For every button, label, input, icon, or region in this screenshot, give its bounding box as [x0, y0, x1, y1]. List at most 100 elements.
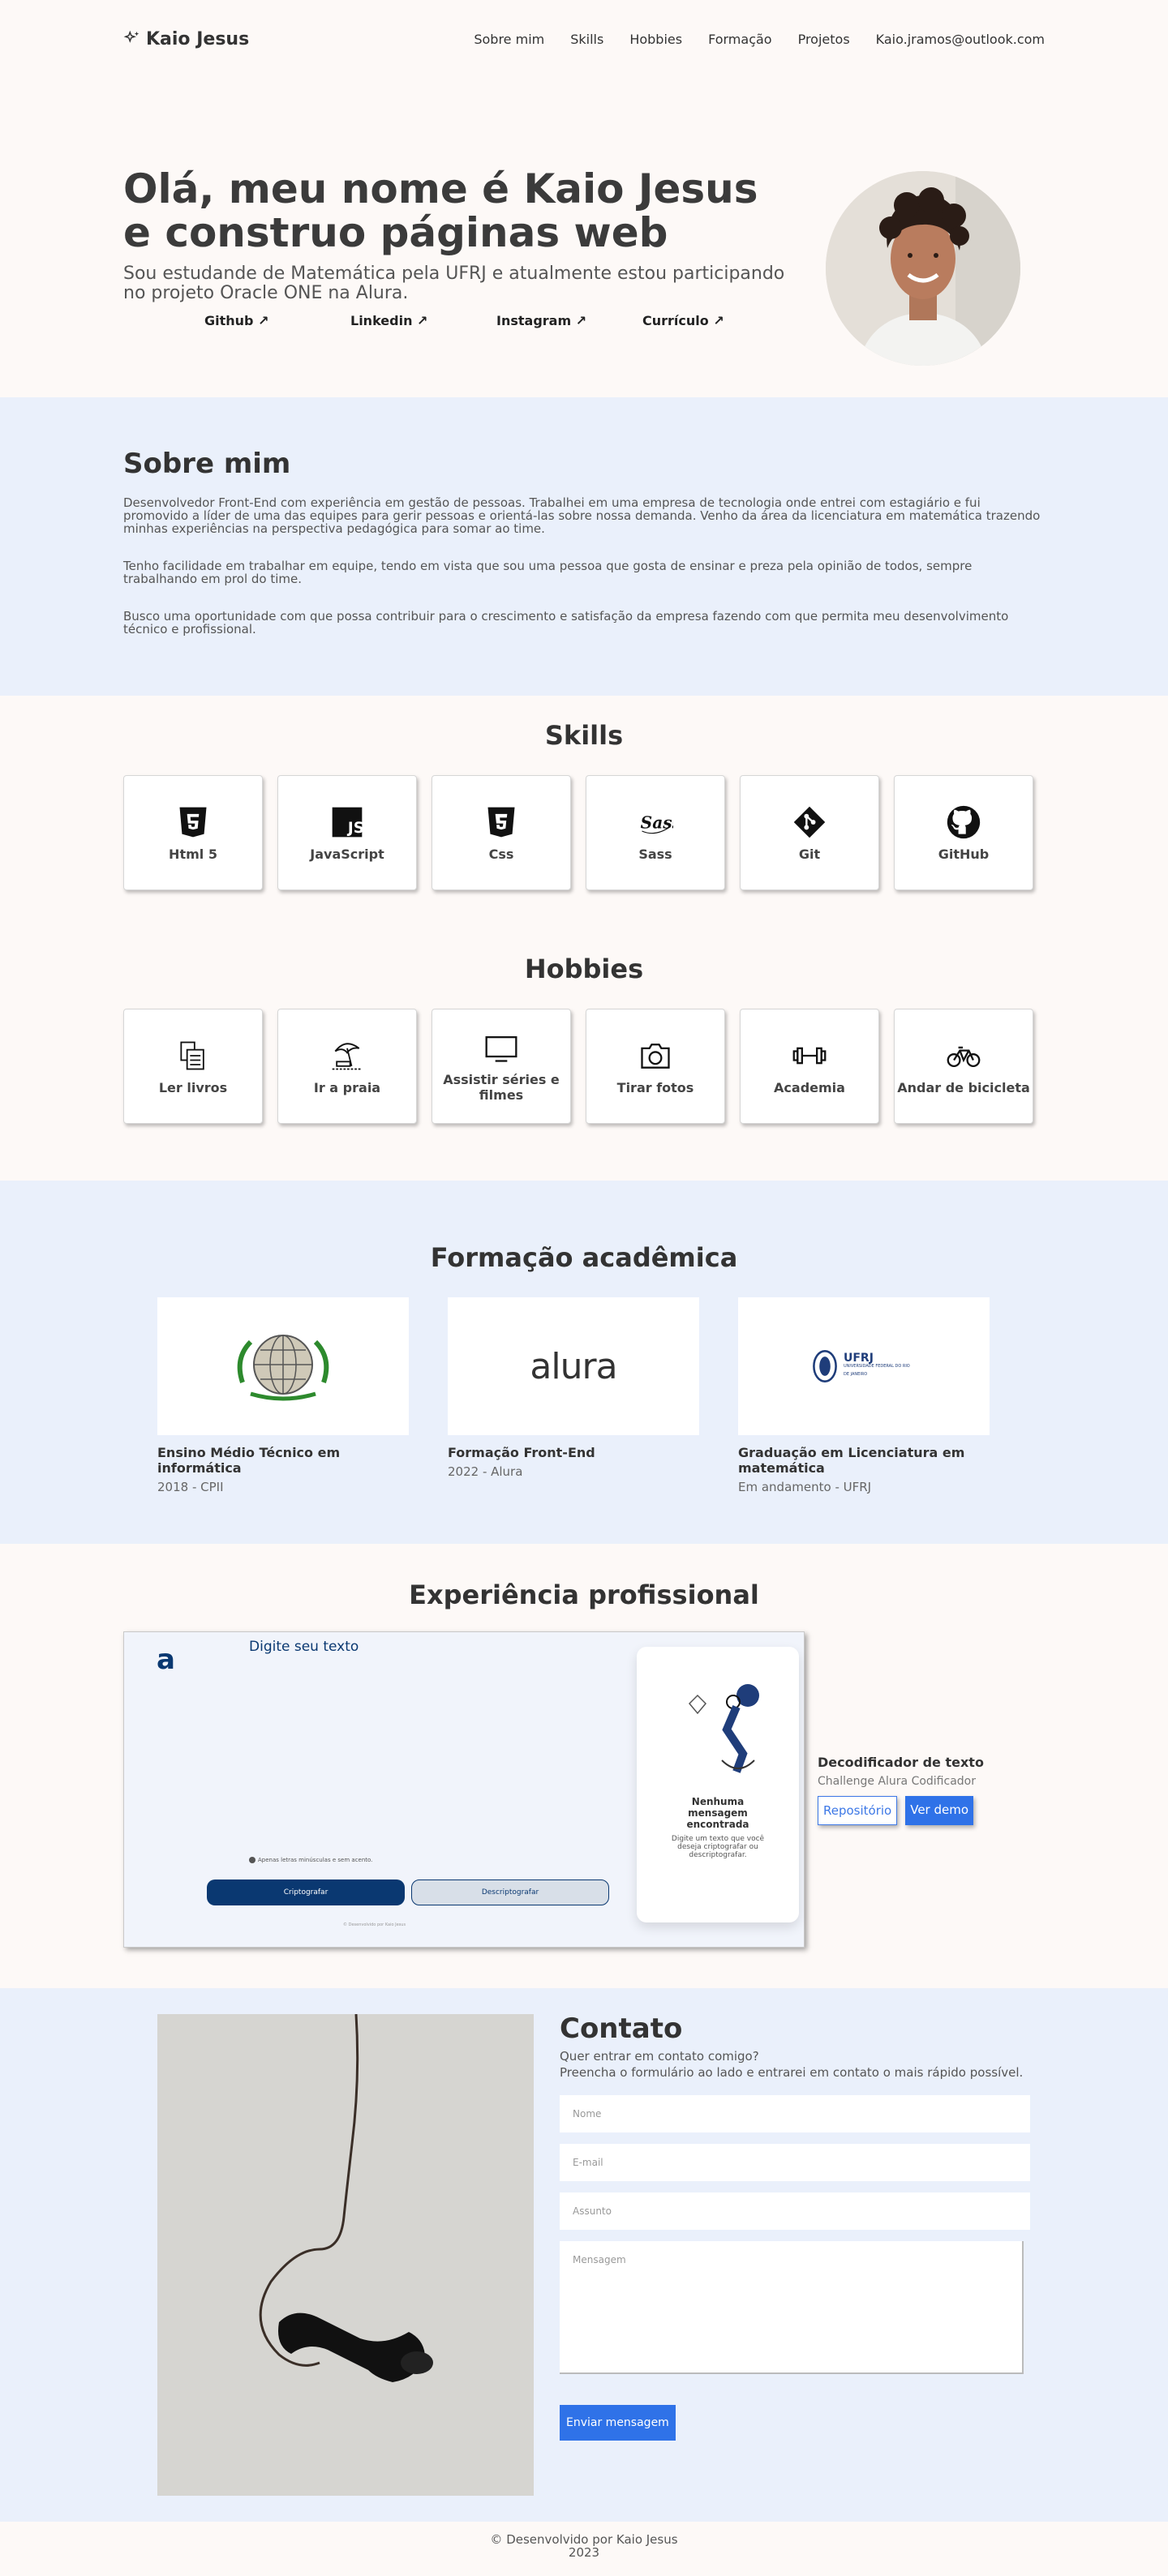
telephone-image — [157, 2013, 534, 2496]
nav-hobbies[interactable]: Hobbies — [629, 32, 682, 47]
hobby-card-series: Assistir séries e filmes — [432, 1009, 571, 1124]
brand-name: Kaio Jesus — [146, 28, 250, 49]
git-icon — [793, 806, 826, 838]
linkedin-link[interactable]: Linkedin ↗ — [350, 313, 496, 328]
info-icon — [249, 1857, 256, 1863]
hobby-label: Academia — [774, 1079, 845, 1095]
project-buttons: Repositório Ver demo — [818, 1795, 984, 1825]
tv-icon — [485, 1036, 517, 1062]
skill-label: Git — [798, 846, 821, 862]
alura-logo: alura — [448, 1297, 699, 1435]
email-field[interactable]: E-mail — [560, 2144, 1030, 2181]
curriculo-link[interactable]: Currículo ↗ — [642, 313, 788, 328]
skill-card-html5: Html 5 — [123, 775, 263, 890]
ufrj-logo: UFRJ UNIVERSIDADE FEDERAL DO RIO DE JANE… — [738, 1297, 990, 1435]
project-screenshot[interactable]: a Digite seu texto Apenas letras minúscu… — [123, 1631, 805, 1948]
preview-hint: Apenas letras minúsculas e sem acento. — [258, 1857, 373, 1863]
javascript-icon: JS — [332, 807, 364, 837]
svg-text:Sass: Sass — [641, 812, 673, 832]
contact-line-1: Quer entrar em contato comigo? — [560, 2049, 759, 2064]
css3-icon — [487, 807, 515, 837]
about-title: Sobre mim — [123, 448, 291, 480]
bicycle-icon — [947, 1046, 981, 1067]
demo-button[interactable]: Ver demo — [905, 1795, 974, 1825]
hobby-card-bicicleta: Andar de bicicleta — [894, 1009, 1033, 1124]
contact-title: Contato — [560, 2012, 683, 2045]
ufrj-full-name: UNIVERSIDADE FEDERAL DO RIO DE JANEIRO — [844, 1364, 910, 1377]
hero-title: Olá, meu nome é Kaio Jesus e construo pá… — [123, 165, 758, 256]
education-detail: Em andamento - UFRJ — [738, 1480, 872, 1494]
send-message-button[interactable]: Enviar mensagem — [560, 2405, 676, 2441]
hobby-label: Tirar fotos — [616, 1079, 694, 1095]
hobby-label: Ler livros — [158, 1079, 228, 1095]
alura-logo-text: alura — [530, 1345, 617, 1387]
name-field[interactable]: Nome — [560, 2095, 1030, 2132]
empty-text: Digite um texto que você deseja criptogr… — [671, 1835, 765, 1859]
preview-encrypt-button: Criptografar — [207, 1879, 405, 1905]
education-detail: 2022 - Alura — [448, 1464, 523, 1479]
footer-credit: © Desenvolvido por Kaio Jesus — [490, 2532, 678, 2547]
nav-sobre-mim[interactable]: Sobre mim — [474, 32, 544, 47]
site-footer: © Desenvolvido por Kaio Jesus 2023 — [0, 2522, 1168, 2573]
about-paragraph-2: Tenho facilidade em trabalhar em equipe,… — [123, 559, 973, 586]
preview-placeholder: Digite seu texto — [249, 1639, 359, 1655]
sparkle-icon — [123, 30, 140, 43]
contact-line-2: Preencha o formulário ao lado e entrarei… — [560, 2065, 1024, 2080]
search-illustration-icon — [688, 1684, 759, 1773]
hobbies-title: Hobbies — [524, 954, 644, 984]
education-card-cpii: Ensino Médio Técnico em informática 2018… — [157, 1297, 409, 1494]
hobby-card-livros: Ler livros — [123, 1009, 263, 1124]
skills-section: Skills Html 5 JS JavaScript Css Sass Sas… — [0, 696, 1168, 1181]
project-info: Decodificador de texto Challenge Alura C… — [818, 1755, 984, 1825]
nav-projetos[interactable]: Projetos — [798, 32, 850, 47]
project-title: Decodificador de texto — [818, 1754, 984, 1770]
instagram-link[interactable]: Instagram ↗ — [496, 313, 642, 328]
about-section: Sobre mim Desenvolvedor Front-End com ex… — [0, 397, 1168, 696]
brand[interactable]: Kaio Jesus — [123, 29, 249, 49]
skill-label: Html 5 — [169, 846, 217, 862]
education-section: Formação acadêmica Ensino Médio Técnico … — [0, 1181, 1168, 1544]
preview-credit: © Desenvolvido por Kaio Jesus — [343, 1922, 406, 1927]
hobby-card-academia: Academia — [740, 1009, 879, 1124]
education-cards: Ensino Médio Técnico em informática 2018… — [0, 1297, 1168, 1494]
profile-photo — [826, 171, 1020, 366]
experience-title: Experiência profissional — [409, 1579, 759, 1610]
hobby-label: Andar de bicicleta — [897, 1079, 1030, 1095]
avatar — [826, 171, 1020, 366]
footer-year: 2023 — [568, 2545, 600, 2560]
hobby-label: Ir a praia — [313, 1079, 381, 1095]
camera-icon — [641, 1043, 670, 1069]
repository-button[interactable]: Repositório — [818, 1795, 898, 1825]
message-field[interactable]: Mensagem — [560, 2241, 1024, 2374]
nav-email[interactable]: Kaio.jramos@outlook.com — [876, 32, 1045, 47]
nav-skills[interactable]: Skills — [570, 32, 603, 47]
education-detail: 2018 - CPII — [157, 1480, 224, 1494]
cpii-emblem-icon — [237, 1335, 329, 1401]
about-paragraph-1: Desenvolvedor Front-End com experiência … — [123, 495, 1041, 536]
preview-output-panel: Nenhuma mensagem encontrada Digite um te… — [637, 1647, 799, 1922]
preview-hint-row: Apenas letras minúsculas e sem acento. — [249, 1857, 372, 1863]
nav-formacao[interactable]: Formação — [708, 32, 772, 47]
subject-field[interactable]: Assunto — [560, 2192, 1030, 2230]
skill-card-github: GitHub — [894, 775, 1033, 890]
skills-title: Skills — [544, 720, 624, 751]
cpii-logo — [157, 1297, 409, 1435]
books-icon — [180, 1041, 204, 1069]
contact-section: Contato Quer entrar em contato comigo? P… — [0, 1988, 1168, 2522]
skill-label: Css — [488, 846, 514, 862]
education-title-item: Formação Front-End — [448, 1445, 595, 1460]
ufrj-name: UFRJ — [844, 1352, 874, 1365]
skill-card-javascript: JS JavaScript — [277, 775, 417, 890]
dumbbell-icon — [792, 1047, 827, 1064]
preview-logo: a — [157, 1644, 175, 1676]
github-link[interactable]: Github ↗ — [204, 313, 350, 328]
site-header: Kaio Jesus Sobre mim Skills Hobbies Form… — [0, 0, 1168, 78]
skill-label: Sass — [638, 846, 672, 862]
hero-subtitle: Sou estudande de Matemática pela UFRJ e … — [123, 264, 785, 303]
education-title: Formação acadêmica — [430, 1242, 738, 1273]
experience-section: Experiência profissional a Digite seu te… — [0, 1544, 1168, 1988]
project-row: a Digite seu texto Apenas letras minúscu… — [0, 1631, 1168, 1948]
empty-title: Nenhuma mensagem encontrada — [686, 1796, 749, 1830]
education-title-item: Ensino Médio Técnico em informática — [157, 1445, 341, 1476]
hobby-label: Assistir séries e filmes — [443, 1072, 560, 1103]
